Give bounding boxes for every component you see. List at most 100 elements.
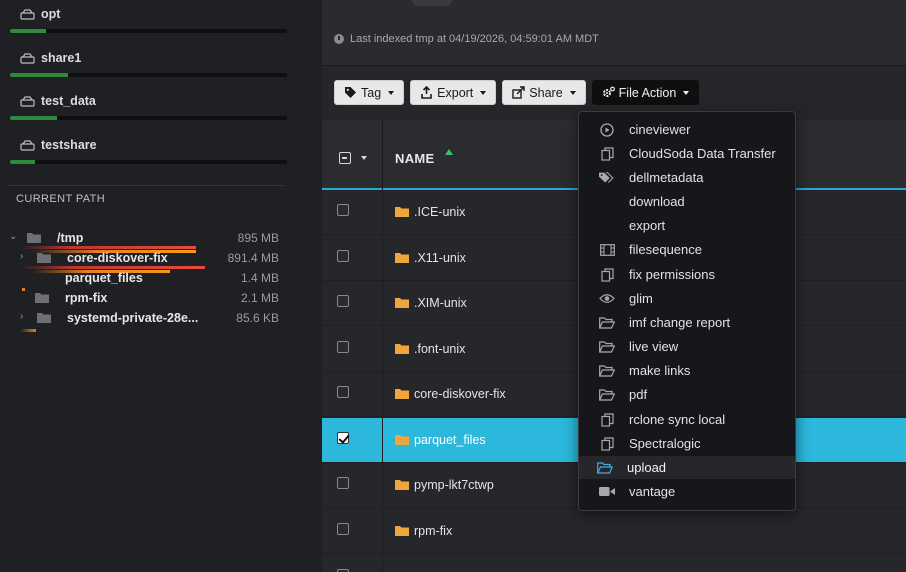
storage-item-test-data[interactable]: test_data bbox=[10, 92, 288, 132]
folder-icon bbox=[37, 313, 51, 323]
chevron-right-icon[interactable]: › bbox=[20, 311, 23, 322]
name-column-header[interactable]: NAME bbox=[395, 151, 434, 166]
file-name[interactable]: parquet_files bbox=[414, 433, 486, 447]
folder-icon bbox=[27, 233, 41, 243]
tree-item-core-diskover-fix[interactable]: › core-diskover-fix 891.4 MB bbox=[0, 248, 290, 268]
row-checkbox[interactable] bbox=[337, 204, 349, 216]
menu-item-label: pdf bbox=[629, 387, 648, 402]
tree-item-label: /tmp bbox=[57, 231, 84, 245]
row-checkbox[interactable] bbox=[337, 477, 349, 489]
menu-item-label: dellmetadata bbox=[629, 170, 704, 185]
table-row-partial[interactable] bbox=[322, 555, 906, 572]
tree-item-label: rpm-fix bbox=[65, 291, 108, 305]
file-action-button[interactable]: File Action bbox=[591, 80, 700, 105]
export-label: Export bbox=[437, 85, 474, 100]
tree-item-systemd-private[interactable]: › systemd-private-28e... 85.6 KB bbox=[0, 308, 290, 328]
storage-usage-fill bbox=[10, 116, 57, 120]
caret-down-icon[interactable] bbox=[361, 156, 367, 160]
tree-item-rpm-fix[interactable]: rpm-fix 2.1 MB bbox=[0, 288, 290, 308]
folder-icon bbox=[395, 480, 409, 490]
column-separator bbox=[382, 120, 383, 190]
file-name[interactable]: .X11-unix bbox=[414, 251, 466, 265]
caret-down-icon bbox=[683, 90, 690, 95]
storage-item-testshare[interactable]: testshare bbox=[10, 136, 288, 176]
row-checkbox[interactable] bbox=[337, 523, 349, 535]
menu-item-make-links[interactable]: make links bbox=[579, 359, 795, 382]
folder-icon bbox=[37, 253, 51, 263]
menu-item-label: live view bbox=[629, 339, 679, 354]
cogs-icon bbox=[602, 86, 615, 97]
row-checkbox-checked[interactable] bbox=[337, 432, 349, 444]
folder-icon bbox=[395, 207, 409, 217]
menu-item-export[interactable]: export bbox=[579, 214, 795, 237]
folder-icon bbox=[395, 435, 409, 445]
column-separator bbox=[382, 372, 383, 417]
tags-icon bbox=[599, 171, 615, 185]
copy-icon bbox=[599, 146, 615, 161]
storage-label-row: testshare bbox=[20, 136, 97, 154]
row-checkbox[interactable] bbox=[337, 386, 349, 398]
row-checkbox[interactable] bbox=[337, 295, 349, 307]
storage-usage-fill bbox=[10, 73, 68, 77]
heat-bar bbox=[20, 329, 36, 332]
menu-item-download[interactable]: download bbox=[579, 190, 795, 213]
file-name[interactable]: rpm-fix bbox=[414, 524, 452, 538]
file-name[interactable]: .XIM-unix bbox=[414, 296, 467, 310]
storage-usage-fill bbox=[10, 160, 35, 164]
tag-button[interactable]: Tag bbox=[334, 80, 405, 105]
tree-item-tmp[interactable]: ⌄ /tmp 895 MB bbox=[0, 228, 290, 248]
tree-item-parquet-files[interactable]: parquet_files 1.4 MB bbox=[0, 268, 290, 288]
row-checkbox[interactable] bbox=[337, 341, 349, 353]
column-separator bbox=[382, 418, 383, 463]
storage-item-share1[interactable]: share1 bbox=[10, 49, 288, 89]
file-name[interactable]: core-diskover-fix bbox=[414, 387, 506, 401]
row-checkbox[interactable] bbox=[337, 250, 349, 262]
menu-item-label: rclone sync local bbox=[629, 412, 726, 427]
export-button[interactable]: Export bbox=[410, 80, 497, 105]
sidebar-divider bbox=[8, 185, 285, 186]
eye-icon bbox=[599, 292, 615, 306]
storage-item-opt[interactable]: opt bbox=[10, 5, 288, 45]
storage-usage-bar bbox=[10, 29, 287, 33]
menu-item-upload[interactable]: upload bbox=[579, 456, 795, 479]
menu-item-fix-permissions[interactable]: fix permissions bbox=[579, 263, 795, 286]
file-name[interactable]: pymp-lkt7ctwp bbox=[414, 478, 494, 492]
menu-item-spectralogic[interactable]: Spectralogic bbox=[579, 432, 795, 455]
tree-item-label: parquet_files bbox=[65, 271, 143, 285]
menu-item-label: vantage bbox=[629, 484, 676, 499]
menu-item-pdf[interactable]: pdf bbox=[579, 383, 795, 406]
folder-icon bbox=[395, 389, 409, 399]
menu-item-imf-change-report[interactable]: imf change report bbox=[579, 311, 795, 334]
menu-item-filesequence[interactable]: filesequence bbox=[579, 238, 795, 261]
last-indexed-text: Last indexed tmp at 04/19/2026, 04:59:01… bbox=[350, 33, 599, 45]
menu-item-label: download bbox=[629, 194, 685, 209]
chevron-right-icon[interactable]: › bbox=[20, 251, 23, 262]
chevron-down-icon[interactable]: ⌄ bbox=[9, 231, 17, 242]
file-name[interactable]: .ICE-unix bbox=[414, 205, 465, 219]
clock-icon bbox=[334, 34, 344, 44]
file-name[interactable]: .font-unix bbox=[414, 342, 465, 356]
menu-item-cineviewer[interactable]: cineviewer bbox=[579, 118, 795, 141]
menu-item-glim[interactable]: glim bbox=[579, 287, 795, 310]
storage-usage-bar bbox=[10, 73, 287, 77]
tree-item-size: 895 MB bbox=[237, 231, 279, 245]
column-separator bbox=[382, 190, 383, 235]
select-all-checkbox[interactable] bbox=[339, 152, 351, 164]
last-indexed-row: Last indexed tmp at 04/19/2026, 04:59:01… bbox=[334, 33, 599, 45]
menu-item-vantage[interactable]: vantage bbox=[579, 480, 795, 503]
menu-item-live-view[interactable]: live view bbox=[579, 335, 795, 358]
caret-down-icon bbox=[569, 90, 576, 95]
share-button[interactable]: Share bbox=[502, 80, 586, 105]
column-separator bbox=[382, 236, 383, 281]
hard-drive-icon bbox=[20, 95, 35, 107]
copy-icon bbox=[599, 412, 615, 427]
copy-icon bbox=[599, 436, 615, 451]
hard-drive-icon bbox=[20, 52, 35, 64]
caret-down-icon bbox=[480, 90, 487, 95]
menu-item-cloudsoda[interactable]: CloudSoda Data Transfer bbox=[579, 142, 795, 165]
menu-item-dellmetadata[interactable]: dellmetadata bbox=[579, 166, 795, 189]
menu-item-rclone-sync-local[interactable]: rclone sync local bbox=[579, 408, 795, 431]
storage-label-row: share1 bbox=[20, 49, 81, 67]
table-row[interactable]: rpm-fix bbox=[322, 509, 906, 554]
video-icon bbox=[599, 485, 615, 499]
